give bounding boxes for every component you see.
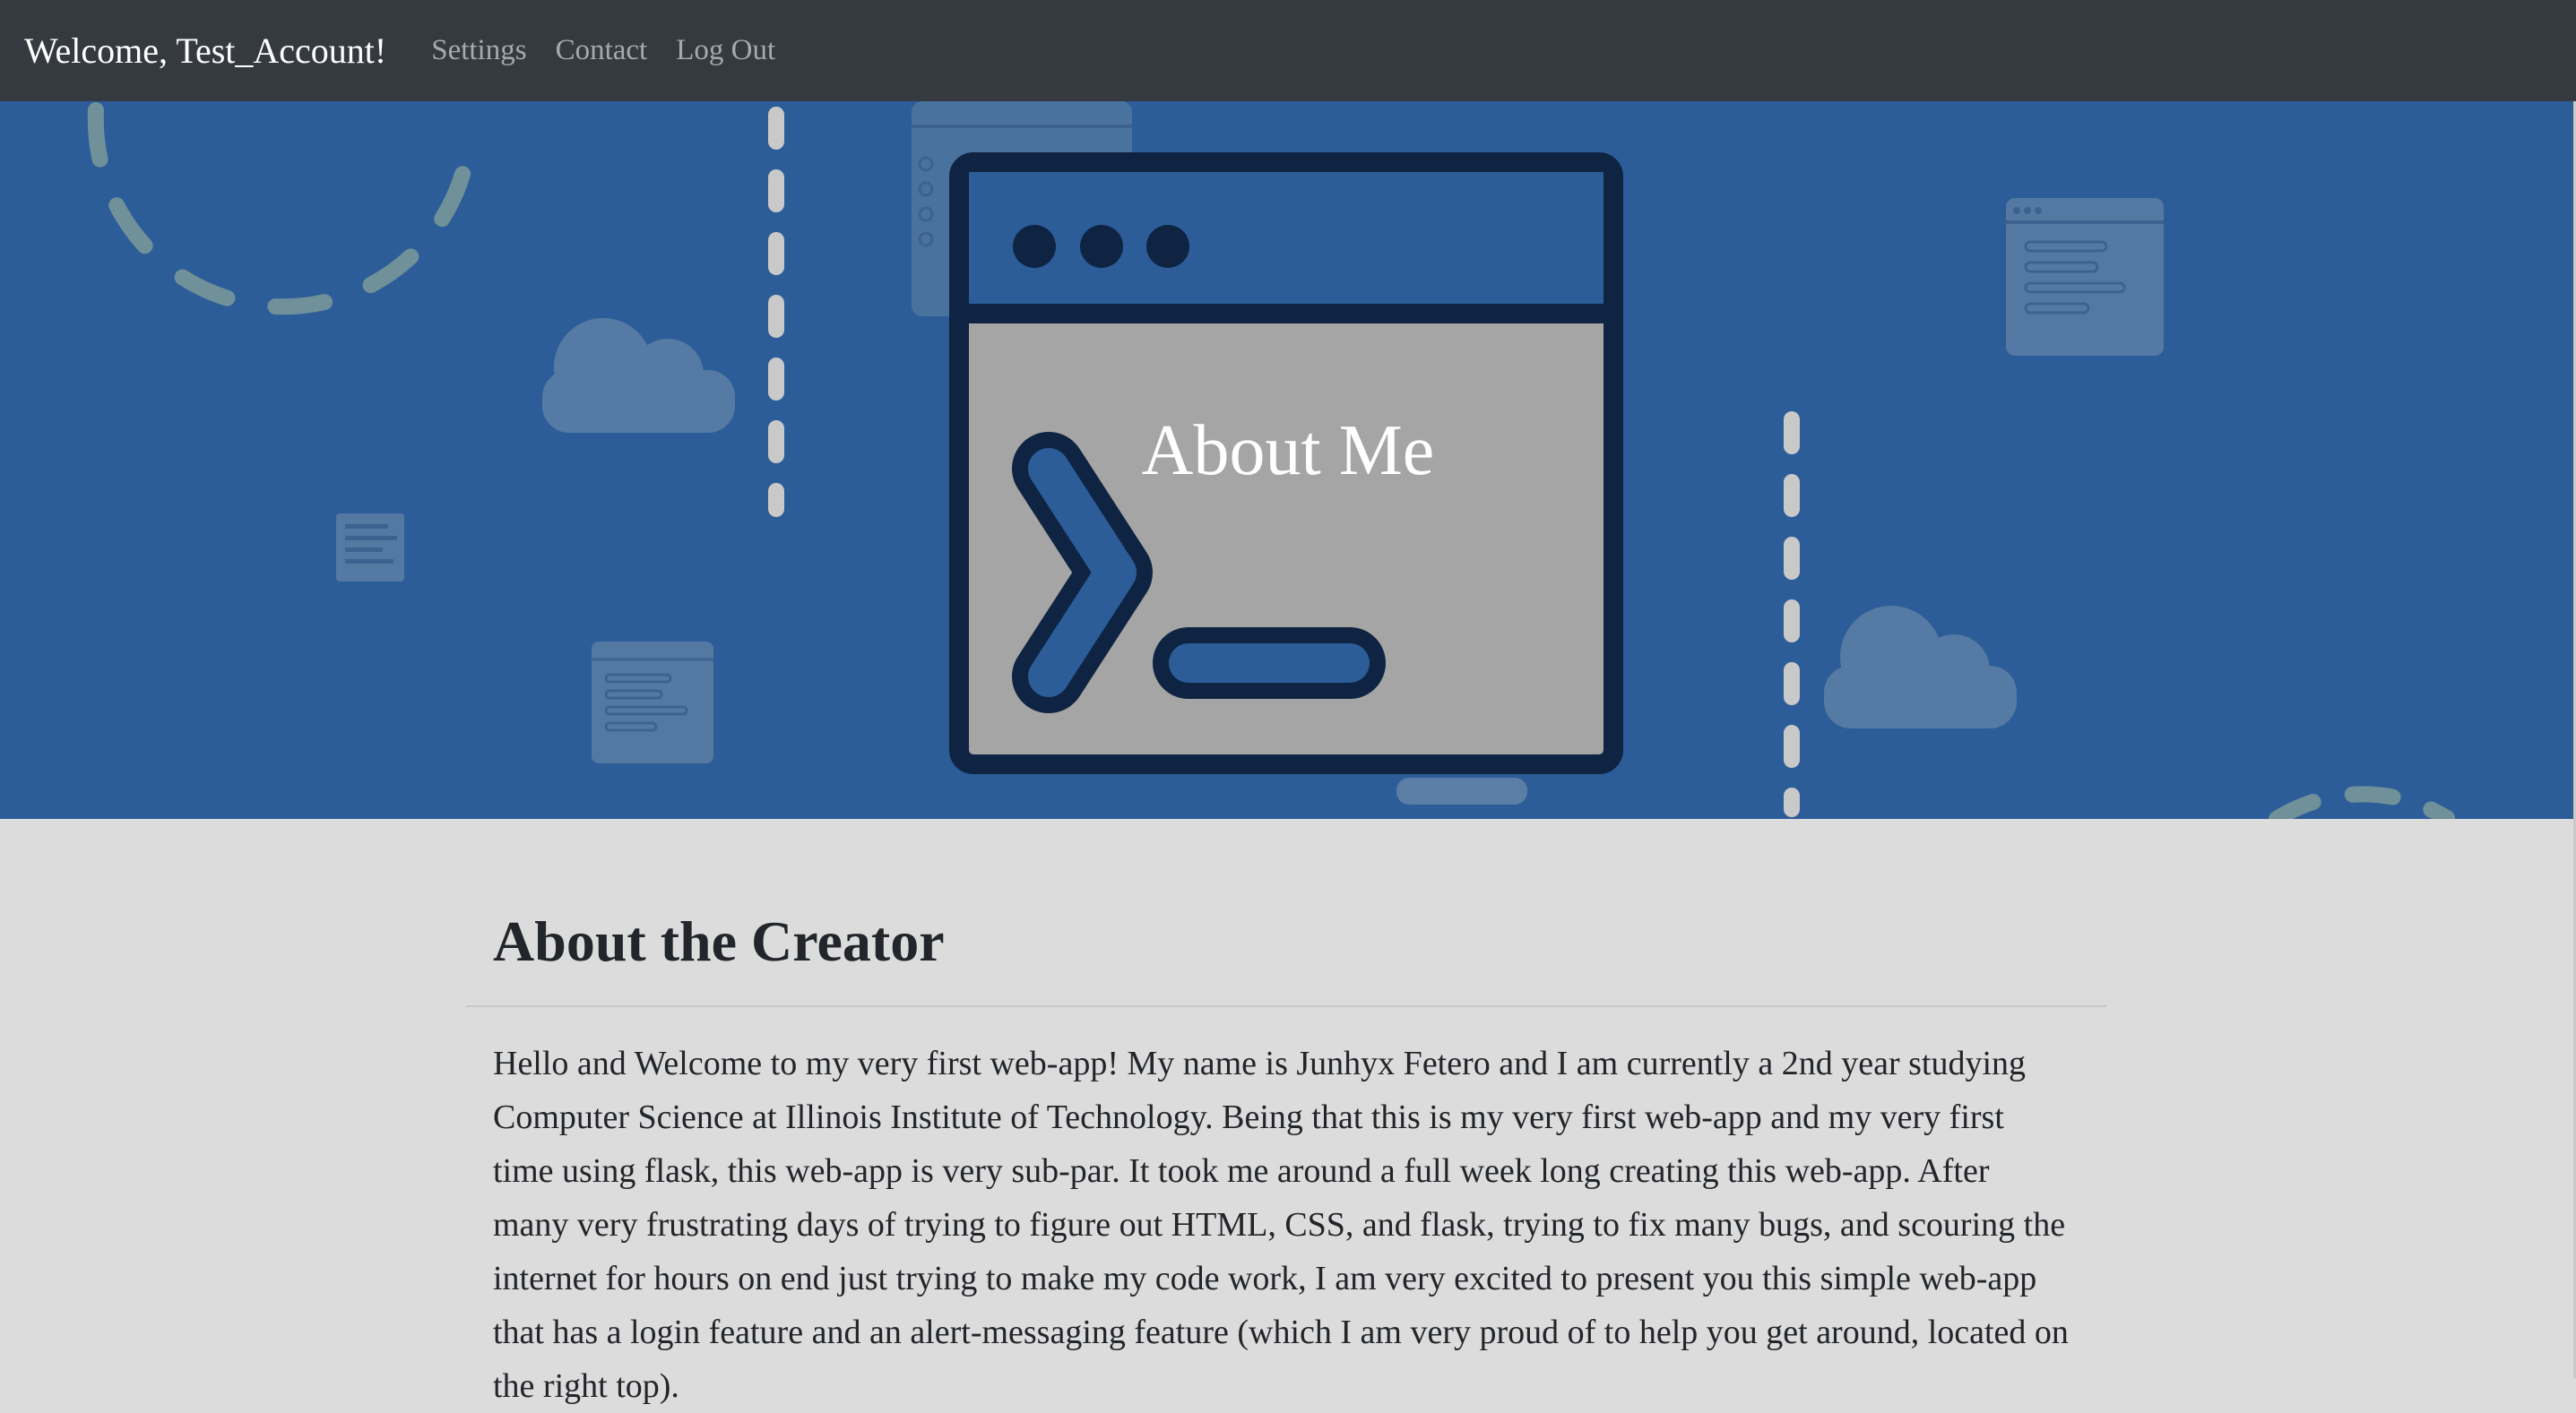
nav-links: Settings Contact Log Out	[431, 36, 804, 65]
section-divider	[466, 1005, 2106, 1007]
hero-banner: About Me	[0, 101, 2576, 819]
top-navbar: Welcome, Test_Account! Settings Contact …	[0, 0, 2576, 101]
dashed-arc-decoration	[2269, 786, 2455, 819]
code-window-icon	[592, 642, 713, 763]
nav-link-logout[interactable]: Log Out	[676, 36, 775, 65]
navbar-brand[interactable]: Welcome, Test_Account!	[24, 32, 386, 69]
section-heading: About the Creator	[493, 909, 945, 973]
dashed-arc-decoration	[87, 102, 479, 315]
nav-link-settings[interactable]: Settings	[431, 36, 526, 65]
nav-link-contact[interactable]: Contact	[556, 36, 648, 65]
code-window-icon	[2006, 198, 2164, 356]
hero-title: About Me	[0, 415, 2576, 487]
monitor-stand-decoration	[1396, 778, 1527, 805]
hero-title-text: About Me	[1141, 411, 1435, 490]
about-section: About the Creator Hello and Welcome to m…	[466, 819, 2106, 1405]
document-icon	[336, 513, 404, 582]
bio-paragraph: Hello and Welcome to my very first web-a…	[493, 1045, 2069, 1405]
cloud-icon	[1824, 606, 2017, 728]
